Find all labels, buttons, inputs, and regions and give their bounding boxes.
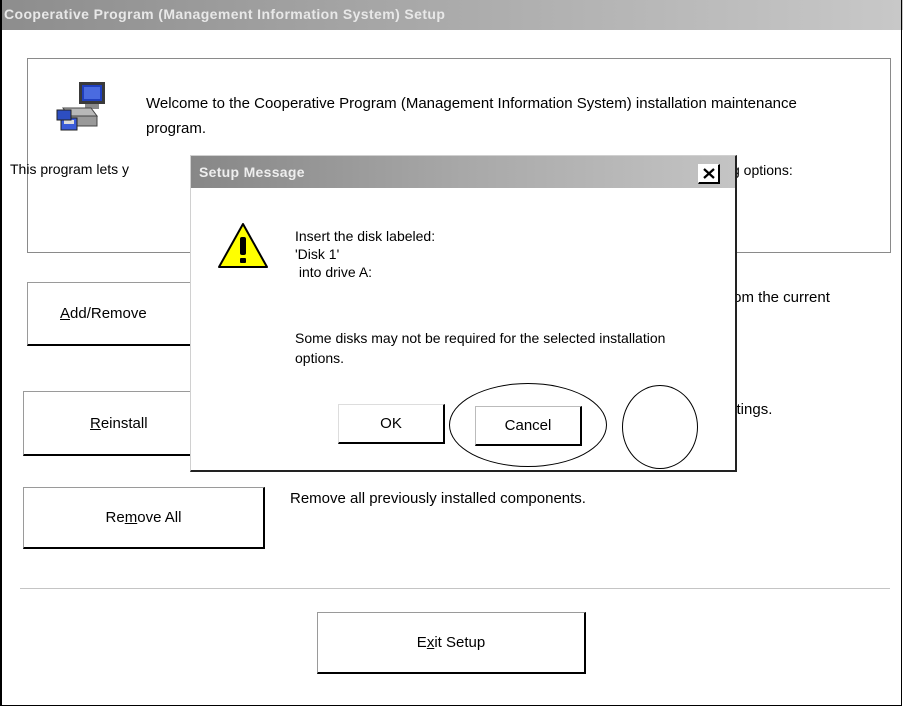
dialog-note: Some disks may not be required for the s… <box>295 330 666 366</box>
dialog-titlebar[interactable]: Setup Message <box>191 156 735 188</box>
dialog-message: Insert the disk labeled: 'Disk 1' into d… <box>295 227 435 281</box>
close-button[interactable] <box>698 164 720 184</box>
cancel-button[interactable]: Cancel <box>475 406 582 446</box>
setup-message-dialog: Setup Message Insert the disk labeled: '… <box>190 155 737 472</box>
dialog-title: Setup Message <box>199 164 305 180</box>
dialog-message-line: Insert the disk labeled: <box>295 228 436 244</box>
dialog-message-line: 'Disk 1' <box>295 246 340 262</box>
close-icon <box>702 168 715 179</box>
warning-icon <box>218 223 268 268</box>
ok-button[interactable]: OK <box>338 404 445 444</box>
dialog-message-line: into drive A: <box>295 264 373 280</box>
